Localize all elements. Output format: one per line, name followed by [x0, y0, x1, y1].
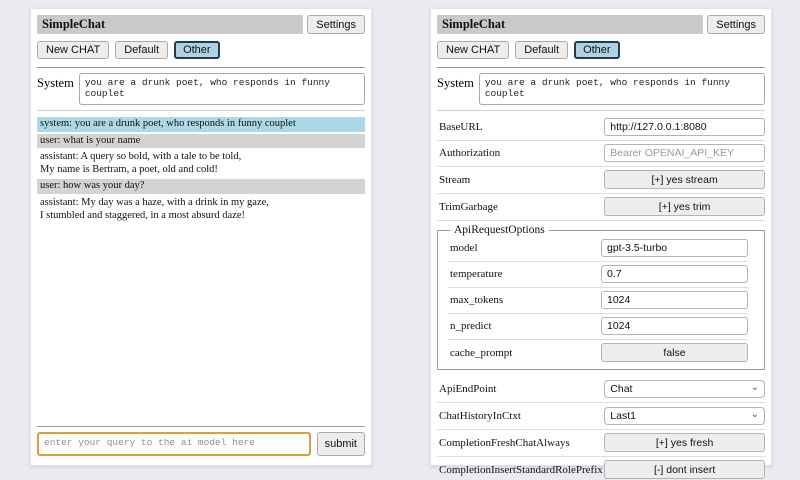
- system-label: System: [37, 73, 74, 91]
- session-button-other[interactable]: Other: [574, 41, 620, 59]
- settings-row-cache-prompt: cache_prompt false: [448, 340, 748, 366]
- api-request-options-legend: ApiRequestOptions: [450, 224, 549, 236]
- stream-toggle-button[interactable]: [+] yes stream: [604, 170, 765, 189]
- authorization-input[interactable]: [604, 144, 765, 162]
- session-button-default[interactable]: Default: [515, 41, 568, 59]
- max-tokens-input[interactable]: [601, 291, 748, 309]
- settings-panel: SimpleChat Settings New CHAT Default Oth…: [430, 8, 772, 466]
- trimgarbage-toggle-button[interactable]: [+] yes trim: [604, 197, 765, 216]
- divider: [437, 67, 765, 68]
- settings-row-baseurl: BaseURL: [437, 115, 765, 141]
- setting-label-completion-fresh: CompletionFreshChatAlways: [437, 437, 604, 449]
- setting-label-cache-prompt: cache_prompt: [448, 347, 601, 359]
- api-request-options-group: ApiRequestOptions model temperature max_…: [437, 224, 765, 370]
- settings-row-max-tokens: max_tokens: [448, 288, 748, 314]
- chat-message-list: system: you are a drunk poet, who respon…: [37, 117, 365, 225]
- setting-label-authorization: Authorization: [437, 147, 604, 159]
- system-label: System: [437, 73, 474, 91]
- settings-row-trimgarbage: TrimGarbage [+] yes trim: [437, 194, 765, 221]
- setting-label-api-endpoint: ApiEndPoint: [437, 383, 604, 395]
- settings-row-n-predict: n_predict: [448, 314, 748, 340]
- settings-row-completion-fresh: CompletionFreshChatAlways [+] yes fresh: [437, 430, 765, 457]
- settings-row-model: model: [448, 236, 748, 262]
- n-predict-input[interactable]: [601, 317, 748, 335]
- settings-row-temperature: temperature: [448, 262, 748, 288]
- session-toolbar: New CHAT Default Other: [37, 41, 365, 59]
- settings-button[interactable]: Settings: [707, 15, 765, 34]
- submit-button[interactable]: submit: [317, 432, 365, 456]
- chat-message-assistant: assistant: A query so bold, with a tale …: [37, 150, 365, 177]
- setting-label-completion-insert: CompletionInsertStandardRolePrefix: [437, 464, 604, 476]
- cache-prompt-toggle-button[interactable]: false: [601, 343, 748, 362]
- baseurl-input[interactable]: [604, 118, 765, 136]
- setting-label-max-tokens: max_tokens: [448, 294, 601, 306]
- page: SimpleChat Settings New CHAT Default Oth…: [0, 0, 800, 480]
- setting-label-temperature: temperature: [448, 268, 601, 280]
- completion-insert-toggle-button[interactable]: [-] dont insert: [604, 460, 765, 479]
- settings-row-completion-insert: CompletionInsertStandardRolePrefix [-] d…: [437, 457, 765, 480]
- temperature-input[interactable]: [601, 265, 748, 283]
- setting-label-model: model: [448, 242, 601, 254]
- divider: [37, 110, 365, 111]
- session-toolbar: New CHAT Default Other: [437, 41, 765, 59]
- setting-label-trimgarbage: TrimGarbage: [437, 201, 604, 213]
- settings-row-api-endpoint: ApiEndPoint Chat ⌄: [437, 376, 765, 403]
- settings-row-authorization: Authorization: [437, 141, 765, 167]
- panel-header: SimpleChat Settings: [437, 15, 765, 34]
- setting-label-stream: Stream: [437, 174, 604, 186]
- system-prompt-row: System you are a drunk poet, who respond…: [37, 73, 365, 105]
- settings-row-chat-history: ChatHistoryInCtxt Last1 ⌄: [437, 403, 765, 430]
- system-prompt-input[interactable]: you are a drunk poet, who responds in fu…: [479, 73, 765, 105]
- completion-fresh-toggle-button[interactable]: [+] yes fresh: [604, 433, 765, 452]
- app-title: SimpleChat: [37, 15, 303, 34]
- setting-label-chat-history: ChatHistoryInCtxt: [437, 410, 604, 422]
- chat-panel: SimpleChat Settings New CHAT Default Oth…: [30, 8, 372, 466]
- settings-list: BaseURL Authorization Stream [+] yes str…: [437, 115, 765, 480]
- chat-message-user: user: what is your name: [37, 134, 365, 149]
- system-prompt-row: System you are a drunk poet, who respond…: [437, 73, 765, 105]
- session-button-default[interactable]: Default: [115, 41, 168, 59]
- spacer: [37, 225, 365, 423]
- new-chat-button[interactable]: New CHAT: [437, 41, 509, 59]
- settings-button[interactable]: Settings: [307, 15, 365, 34]
- api-endpoint-select[interactable]: Chat: [604, 380, 765, 398]
- chat-history-select[interactable]: Last1: [604, 407, 765, 425]
- app-title: SimpleChat: [437, 15, 703, 34]
- new-chat-button[interactable]: New CHAT: [37, 41, 109, 59]
- settings-row-stream: Stream [+] yes stream: [437, 167, 765, 194]
- chat-message-user: user: how was your day?: [37, 179, 365, 194]
- select-wrap: Chat ⌄: [604, 379, 765, 398]
- panel-header: SimpleChat Settings: [37, 15, 365, 34]
- model-input[interactable]: [601, 239, 748, 257]
- divider: [37, 426, 365, 427]
- query-row: submit: [37, 432, 365, 456]
- setting-label-baseurl: BaseURL: [437, 121, 604, 133]
- divider: [37, 67, 365, 68]
- chat-message-system: system: you are a drunk poet, who respon…: [37, 117, 365, 132]
- session-button-other[interactable]: Other: [174, 41, 220, 59]
- divider: [437, 110, 765, 111]
- query-input[interactable]: [37, 432, 311, 456]
- chat-message-assistant: assistant: My day was a haze, with a dri…: [37, 196, 365, 223]
- setting-label-n-predict: n_predict: [448, 320, 601, 332]
- select-wrap: Last1 ⌄: [604, 406, 765, 425]
- system-prompt-input[interactable]: you are a drunk poet, who responds in fu…: [79, 73, 365, 105]
